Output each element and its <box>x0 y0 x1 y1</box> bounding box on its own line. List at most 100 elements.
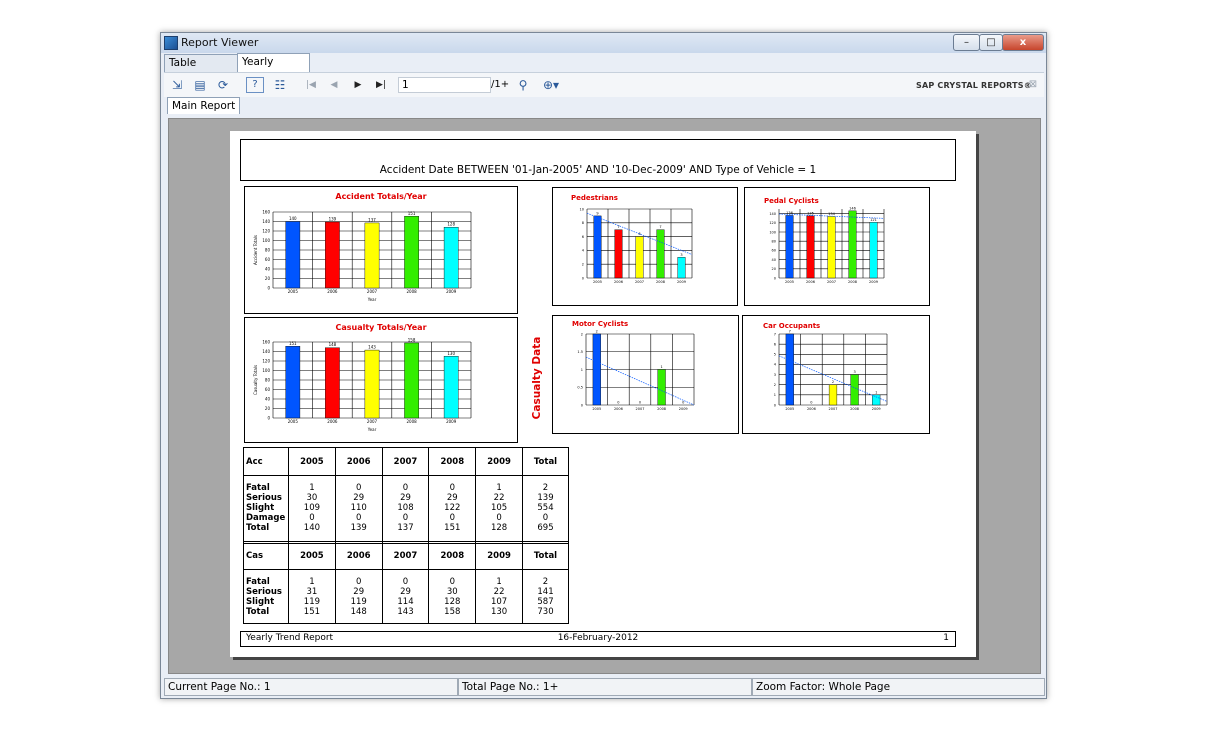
row-label: Fatal <box>246 483 270 493</box>
y-tick-label: 140 <box>262 349 270 354</box>
table-cell: 1 31 119 151 <box>288 569 336 624</box>
x-tick-label: 2009 <box>872 407 881 411</box>
bar <box>592 333 601 406</box>
table-corner-label: Acc <box>243 447 289 476</box>
cell-value: 119 <box>303 597 321 607</box>
bar <box>443 227 459 289</box>
y-tick-label: 20 <box>265 276 271 281</box>
page-number-input[interactable]: 1 <box>398 77 491 93</box>
report-viewport[interactable]: Accident Date BETWEEN '01-Jan-2005' AND … <box>168 118 1041 674</box>
cell-value: 29 <box>353 493 365 503</box>
group-tree-icon[interactable]: ☷ <box>271 77 289 93</box>
tab-bar: Table Summary Yearly Trend <box>164 53 1044 86</box>
cell-value: 119 <box>350 597 367 607</box>
bar <box>404 342 419 419</box>
y-tick-label: 2 <box>774 383 776 387</box>
chart-pedestrians: 02468109200572006620077200832009 <box>580 207 693 284</box>
cell-value: 128 <box>444 597 461 607</box>
y-tick-label: 100 <box>769 230 776 234</box>
tab-main-report[interactable]: Main Report <box>167 97 241 114</box>
cell-value: 1 <box>309 483 315 493</box>
zoom-icon[interactable]: ⊕▾ <box>538 77 564 93</box>
maximize-button[interactable]: □ <box>979 34 1003 51</box>
last-page-icon[interactable]: ▶| <box>372 77 390 93</box>
minimize-button[interactable]: – <box>953 34 980 51</box>
next-page-icon[interactable]: ▶ <box>349 77 367 93</box>
y-tick-label: 40 <box>265 396 271 401</box>
x-tick-label: 2007 <box>367 289 378 294</box>
cell-value: 107 <box>490 597 508 607</box>
bar <box>828 384 838 406</box>
data-label: 0 <box>639 401 641 405</box>
y-tick-label: 140 <box>769 212 776 216</box>
x-tick-label: 2006 <box>327 289 338 294</box>
y-tick-label: 2 <box>581 332 583 336</box>
bar <box>285 346 301 419</box>
cell-value: 0 <box>402 577 409 587</box>
y-axis-label: Casualty Totals <box>253 365 258 395</box>
x-tick-label: 2009 <box>677 280 686 284</box>
chart-panel-pedal-cyclists: Pedal Cyclists 0 20 40 60 80 100 120 140 136 2005… <box>744 187 930 306</box>
y-tick-label: 6 <box>774 342 776 346</box>
tab-yearly-trend[interactable]: Yearly Trend <box>237 53 310 85</box>
bar <box>657 369 666 406</box>
find-icon[interactable]: ⚲ <box>514 77 532 93</box>
help-icon[interactable]: ? <box>246 77 264 93</box>
y-tick-label: 3 <box>774 373 776 377</box>
data-label: 134 <box>828 212 835 216</box>
y-tick-label: 120 <box>769 221 776 225</box>
y-tick-label: 80 <box>265 377 271 382</box>
cell-value: 2 <box>542 577 549 587</box>
y-tick-label: 40 <box>772 258 776 262</box>
report-page: Accident Date BETWEEN '01-Jan-2005' AND … <box>230 131 976 657</box>
footer-date: 16-February-2012 <box>557 633 639 643</box>
data-label: 139 <box>329 216 337 221</box>
column-header: 2009 <box>475 447 523 476</box>
cell-value: 114 <box>397 597 414 607</box>
previous-page-icon[interactable]: ◀ <box>325 77 343 93</box>
cell-value: 22 <box>493 493 505 503</box>
report-header-text: Accident Date BETWEEN '01-Jan-2005' AND … <box>379 164 817 176</box>
y-tick-label: 60 <box>265 257 271 262</box>
bar <box>593 215 602 279</box>
data-label: 0 <box>810 401 812 405</box>
data-label: 146 <box>849 206 856 210</box>
close-tab-icon[interactable]: ⊠ <box>1024 77 1042 93</box>
bar <box>364 222 380 289</box>
cell-value: 151 <box>444 523 461 533</box>
bar <box>325 221 340 289</box>
row-label: Slight <box>246 503 275 513</box>
data-label: 121 <box>870 218 877 222</box>
chart-panel-car-occupants: Car Occupants 0 1 2 3 4 5 6 7 7 2005 0 2006 2 2007 3 20… <box>742 315 930 434</box>
data-label: 7 <box>789 330 791 334</box>
cell-value: 130 <box>490 607 508 617</box>
first-page-icon[interactable]: |◀ <box>302 77 320 93</box>
table-cell: 1 22 105 0 128 <box>475 475 523 544</box>
cell-value: 141 <box>537 587 554 597</box>
close-button[interactable]: x <box>1002 34 1044 51</box>
title-bar[interactable]: Report Viewer – □ x <box>161 33 1046 53</box>
export-icon[interactable]: ⇲ <box>168 77 186 93</box>
tab-table-summary[interactable]: Table Summary <box>164 54 240 86</box>
table-cell: 0 29 110 0 139 <box>334 475 383 544</box>
table-cell: 1 30 109 0 140 <box>288 475 336 544</box>
y-tick-label: 100 <box>262 368 270 373</box>
table-cell: 2 139 554 0 695 <box>521 475 570 544</box>
column-header: 2005 <box>288 541 336 570</box>
column-header: 2007 <box>381 447 430 476</box>
y-tick-label: 40 <box>265 266 271 271</box>
cell-value: 137 <box>397 523 414 533</box>
column-header: 2009 <box>475 541 523 570</box>
cell-value: 1 <box>496 577 502 587</box>
x-tick-label: 2006 <box>327 419 338 424</box>
status-current-page: Current Page No.: 1 <box>164 678 458 696</box>
cell-value: 0 <box>542 513 549 523</box>
cell-value: 0 <box>355 483 362 493</box>
print-icon[interactable]: ▤ <box>191 77 209 93</box>
cell-value: 140 <box>303 523 321 533</box>
x-tick-label: 2007 <box>367 419 378 424</box>
casualty-table: Cas 2005 2006 2007 2008 2009 Total Fatal… <box>243 541 570 624</box>
column-header: Total <box>521 541 570 570</box>
bar <box>827 216 836 279</box>
refresh-icon[interactable]: ⟳ <box>214 77 232 93</box>
